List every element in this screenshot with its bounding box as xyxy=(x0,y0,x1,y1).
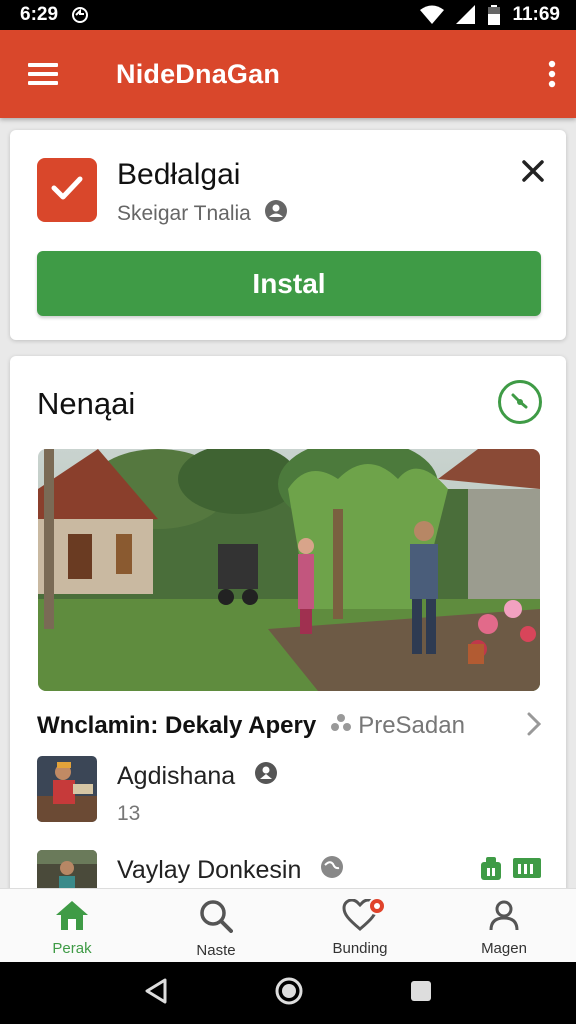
item-thumbnail xyxy=(37,756,97,822)
status-time: 6:29 xyxy=(20,4,59,25)
notification-badge xyxy=(368,897,386,915)
check-icon xyxy=(51,175,83,206)
menu-icon[interactable] xyxy=(28,62,58,86)
wifi-icon xyxy=(420,5,445,25)
nav-item-home[interactable]: Perak xyxy=(0,889,144,962)
item-actions xyxy=(479,856,541,887)
search-icon xyxy=(199,899,233,938)
install-card: Bedłalgai Skeigar Tnalia Instal xyxy=(10,130,566,340)
user-badge-icon xyxy=(255,762,278,791)
item-title: Vaylay Donkesin xyxy=(117,856,302,884)
app-title: NideDnaGan xyxy=(116,58,281,89)
app-icon xyxy=(37,158,97,222)
article-title: Wnclamin: Dekaly Apery xyxy=(37,712,317,739)
system-nav-bar xyxy=(0,962,576,1024)
item-subtitle: 13 xyxy=(117,802,141,825)
article-row[interactable]: Wnclamin: Dekaly Apery PreSadan xyxy=(37,708,542,744)
nav-item-search[interactable]: Naste xyxy=(144,889,288,962)
status-bar: 6:29 11:69 xyxy=(0,0,576,30)
recents-icon[interactable] xyxy=(410,980,432,1007)
clock-icon[interactable] xyxy=(498,380,542,424)
status-clock: 11:69 xyxy=(512,4,560,25)
nav-label: Perak xyxy=(52,940,92,957)
article-meta: PreSadan xyxy=(330,712,465,741)
article-meta-text: PreSadan xyxy=(358,712,465,739)
store-icon[interactable] xyxy=(479,856,503,887)
item-title-row: Vaylay Donkesin xyxy=(117,856,344,885)
chevron-right-icon[interactable] xyxy=(527,712,542,741)
sync-icon xyxy=(70,5,90,25)
section-title: Nenąai xyxy=(37,386,136,421)
chart-icon[interactable] xyxy=(513,856,541,887)
signal-icon xyxy=(456,5,476,25)
hero-image[interactable] xyxy=(38,449,540,691)
list-item[interactable]: Agdishana 13 xyxy=(37,756,541,825)
nav-item-profile[interactable]: Magen xyxy=(432,889,576,962)
nav-label: Bunding xyxy=(332,940,388,957)
nav-label: Naste xyxy=(196,942,236,959)
nav-label: Magen xyxy=(481,940,527,957)
close-icon[interactable] xyxy=(522,160,544,182)
home-icon xyxy=(54,899,90,936)
app-subtitle: Skeigar Tnalia xyxy=(117,202,251,225)
globe-icon xyxy=(321,856,344,885)
app-bar: NideDnaGan xyxy=(0,30,576,118)
app-name: Bedłalgai xyxy=(117,158,241,191)
user-badge-icon xyxy=(264,200,287,228)
nav-item-favorites[interactable]: Bunding xyxy=(288,889,432,962)
bottom-nav: Perak Naste Bunding Magen xyxy=(0,888,576,962)
more-vert-icon[interactable] xyxy=(548,60,556,88)
battery-icon xyxy=(488,5,501,25)
install-button[interactable]: Instal xyxy=(37,251,541,316)
feed-card: Nenąai Wnclamin: Dekaly Apery PreSadan A… xyxy=(10,356,566,916)
app-subtitle-row: Skeigar Tnalia xyxy=(117,200,287,228)
item-title: Agdishana xyxy=(117,762,236,790)
profile-icon xyxy=(488,899,520,936)
group-icon xyxy=(330,712,352,741)
back-icon[interactable] xyxy=(144,978,168,1009)
home-nav-icon[interactable] xyxy=(275,977,303,1010)
item-title-row: Agdishana xyxy=(117,762,278,791)
